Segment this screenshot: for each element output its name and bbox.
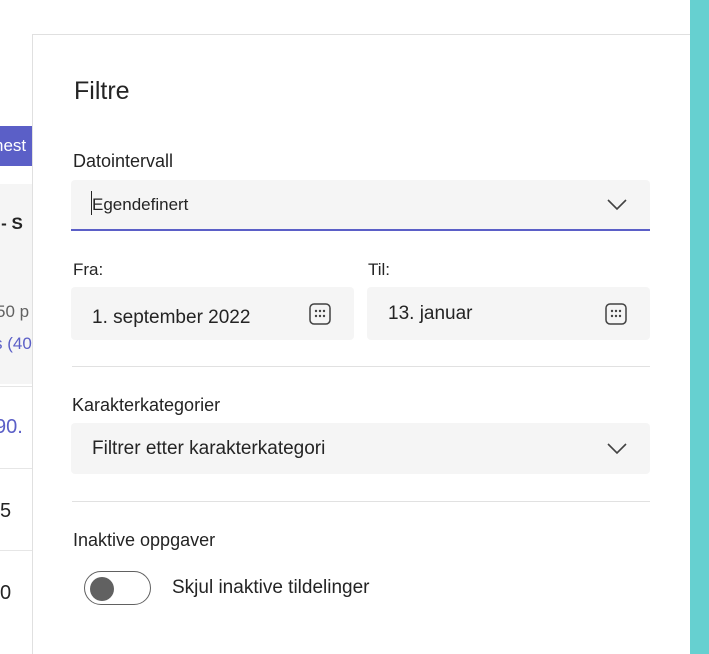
chevron-down-icon: [607, 442, 627, 454]
background-value: 5: [0, 500, 12, 522]
background-heading: d - S: [0, 214, 23, 233]
background-divider: [0, 550, 32, 551]
filter-panel: Filtre Datointervall Egendefinert Fra: 1…: [32, 34, 690, 654]
to-date-value: 13. januar: [388, 302, 473, 324]
grade-categories-placeholder: Filtrer etter karakterkategori: [92, 437, 326, 459]
panel-title: Filtre: [74, 77, 130, 105]
inactive-label: Inaktive oppgaver: [73, 530, 216, 550]
background-divider: [0, 468, 32, 469]
background-meta: 50 p: [0, 302, 30, 321]
background-chip[interactable]: nest: [0, 126, 32, 166]
calendar-icon[interactable]: [604, 302, 628, 326]
from-date-field[interactable]: 1. september 2022: [71, 287, 354, 340]
date-range-label: Datointervall: [73, 151, 174, 171]
right-edge-strip: [690, 0, 709, 654]
section-divider: [72, 366, 650, 367]
grade-categories-dropdown[interactable]: Filtrer etter karakterkategori: [71, 423, 650, 474]
background-value: 0: [0, 582, 12, 604]
toggle-knob: [90, 577, 114, 601]
from-label: Fra:: [73, 260, 104, 279]
from-date-value: 1. september 2022: [92, 306, 251, 328]
top-bar: [0, 0, 690, 34]
calendar-icon[interactable]: [308, 302, 332, 326]
chevron-down-icon: [607, 198, 627, 210]
text-caret: [91, 191, 92, 215]
to-date-field[interactable]: 13. januar: [367, 287, 650, 340]
grade-categories-label: Karakterkategorier: [72, 395, 221, 415]
hide-inactive-label: Skjul inaktive tildelinger: [172, 577, 370, 598]
background-page: nest d - S 50 p s (40 90. 5 0: [0, 34, 32, 654]
section-divider: [72, 501, 650, 502]
date-range-dropdown[interactable]: Egendefinert: [71, 180, 650, 231]
to-label: Til:: [368, 260, 391, 279]
date-range-value: Egendefinert: [92, 194, 189, 214]
background-score[interactable]: 90.: [0, 416, 23, 439]
background-link[interactable]: s (40: [0, 334, 32, 354]
hide-inactive-toggle[interactable]: [84, 571, 151, 605]
background-divider: [0, 386, 32, 387]
